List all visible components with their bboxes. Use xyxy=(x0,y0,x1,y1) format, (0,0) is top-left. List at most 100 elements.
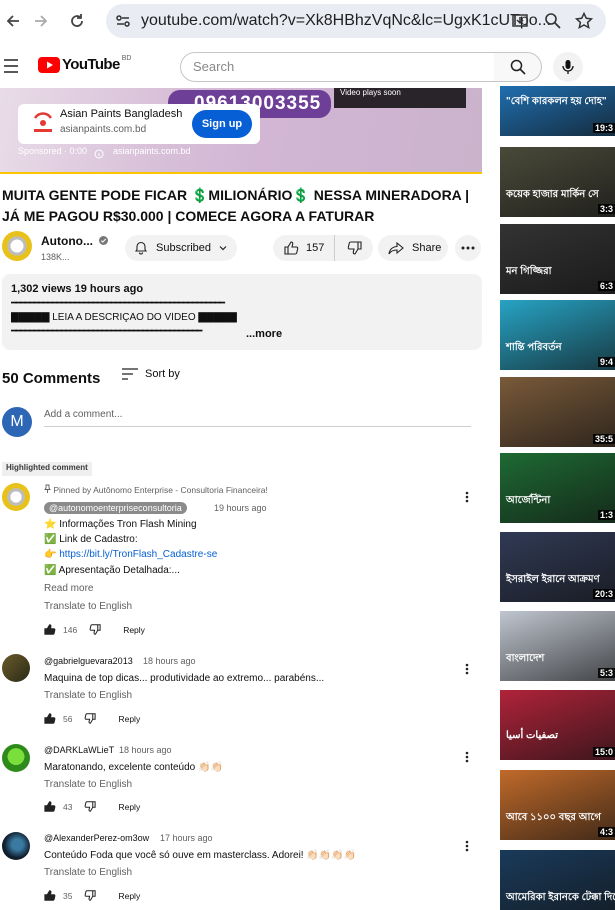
dislike-button[interactable] xyxy=(335,241,373,255)
thumbs-up-icon[interactable] xyxy=(44,801,56,812)
ad-next-preview: Video plays soon xyxy=(334,88,466,108)
back-icon[interactable] xyxy=(0,8,26,34)
related-video-thumbnail[interactable]: 35:5 xyxy=(500,377,615,447)
comment-menu-icon[interactable] xyxy=(461,838,473,854)
thumbnail-text: শান্তি পরিবর্তন xyxy=(506,342,562,353)
thumbnail-text: আমেরিকা ইরানকে টেক্কা দিতে xyxy=(506,892,615,903)
related-video-thumbnail[interactable]: শান্তি পরিবর্তন 9:4 xyxy=(500,300,615,370)
comment-avatar[interactable] xyxy=(2,744,30,772)
more-actions-button[interactable] xyxy=(455,235,481,261)
like-count: 157 xyxy=(306,242,325,254)
related-video-thumbnail[interactable]: আমেরিকা ইরানকে টেক্কা দিতে xyxy=(500,850,615,910)
comment-menu-icon[interactable] xyxy=(461,489,473,505)
install-app-icon[interactable] xyxy=(511,12,529,30)
share-label: Share xyxy=(412,242,442,254)
translate-link[interactable]: Translate to English xyxy=(44,867,132,878)
channel-avatar[interactable] xyxy=(2,231,32,261)
channel-name[interactable]: Autono... xyxy=(41,234,109,248)
thumbs-up-icon[interactable] xyxy=(44,713,56,724)
comment-avatar[interactable] xyxy=(2,832,30,860)
sort-by-button[interactable]: Sort by xyxy=(122,368,180,380)
ad-sponsored-label: Sponsored · 0:00 xyxy=(18,146,88,156)
like-button[interactable]: 157 xyxy=(273,235,335,261)
ad-footer-domain[interactable]: asianpaints.com.bd xyxy=(113,146,191,156)
related-video-thumbnail[interactable]: ইসরাইল ইরানে আক্রমণ 20:3 xyxy=(500,532,615,602)
thumbs-up-icon[interactable] xyxy=(44,890,56,901)
translate-link[interactable]: Translate to English xyxy=(44,690,132,701)
site-info-icon[interactable] xyxy=(114,12,132,30)
ad-domain: asianpaints.com.bd xyxy=(60,124,147,135)
comment-menu-icon[interactable] xyxy=(461,661,473,677)
related-video-thumbnail[interactable]: কয়েক হাজার মার্কিন সে 3:3 xyxy=(500,147,615,217)
reply-button[interactable]: Reply xyxy=(118,714,140,724)
pinned-note: Pinned by Autônomo Enterprise - Consulto… xyxy=(44,484,268,495)
url-text[interactable]: youtube.com/watch?v=Xk8HBhzVqNc&lc=UgxK1… xyxy=(141,12,551,30)
related-video-thumbnail[interactable]: আর্জেন্টিনা 1:3 xyxy=(500,453,615,523)
thumbs-up-icon[interactable] xyxy=(44,624,56,635)
reload-icon[interactable] xyxy=(64,8,90,34)
comments-count: 50 Comments xyxy=(2,370,101,387)
comment-author[interactable]: @gabrielguevara2013 xyxy=(44,656,133,666)
comment-menu-icon[interactable] xyxy=(461,749,473,765)
comment-author[interactable]: @DARKLaWLieT xyxy=(44,745,114,755)
comment-text: Maratonando, excelente conteúdo 👏🏻👏🏻 xyxy=(44,762,223,773)
comment-author[interactable]: @AlexanderPerez-om3ow xyxy=(44,833,149,843)
ad-progress-bar xyxy=(0,172,482,174)
comment-actions: 146 Reply xyxy=(44,624,145,635)
related-video-thumbnail[interactable]: মন গিজ্জিরা 6:3 xyxy=(500,224,615,294)
related-video-thumbnail[interactable]: আবে ১১০০ বছর আগে 4:3 xyxy=(500,770,615,840)
search-button[interactable] xyxy=(494,52,542,82)
video-title: MUITA GENTE PODE FICAR 💲MILIONÁRIO💲 NESS… xyxy=(2,187,470,224)
comment-time[interactable]: 18 hours ago xyxy=(143,656,196,666)
reply-button[interactable]: Reply xyxy=(118,891,140,901)
add-comment-input[interactable]: Add a comment... xyxy=(44,409,122,420)
translate-link[interactable]: Translate to English xyxy=(44,779,132,790)
thumbnail-text: ইসরাইল ইরানে আক্রমণ xyxy=(506,574,600,585)
video-duration: 4:3 xyxy=(597,827,615,837)
related-video-thumbnail[interactable]: تصفيات أسيا 15:0 xyxy=(500,690,615,760)
info-icon[interactable] xyxy=(94,146,104,164)
video-duration: 1:3 xyxy=(597,510,615,520)
search-input[interactable]: Search xyxy=(180,52,495,82)
comment-time[interactable]: 19 hours ago xyxy=(214,503,267,513)
comment-time[interactable]: 17 hours ago xyxy=(160,833,213,843)
translate-link[interactable]: Translate to English xyxy=(44,601,132,612)
description-box[interactable]: 1,302 views 19 hours ago ━━━━━━━━━━━━━━━… xyxy=(2,274,482,350)
sort-icon xyxy=(122,368,138,380)
related-video-thumbnail[interactable]: বাংলাদেশ 5:3 xyxy=(500,611,615,681)
ad-overlay[interactable]: 09613003355 Video plays soon Asian Paint… xyxy=(0,88,482,174)
thumbs-down-icon[interactable] xyxy=(84,890,97,901)
video-duration: 6:3 xyxy=(597,281,615,291)
reply-button[interactable]: Reply xyxy=(118,802,140,812)
description-more-link[interactable]: ...more xyxy=(246,328,282,340)
read-more-link[interactable]: Read more xyxy=(44,583,93,594)
bookmark-star-icon[interactable] xyxy=(574,11,594,30)
thumbnail-text: আর্জেন্টিনা xyxy=(506,495,551,506)
zoom-icon[interactable] xyxy=(544,12,562,30)
address-bar[interactable]: youtube.com/watch?v=Xk8HBhzVqNc&lc=UgxK1… xyxy=(106,4,606,38)
comment-actions: 35 Reply xyxy=(44,890,140,901)
comment-actions: 43 Reply xyxy=(44,801,140,812)
ad-card[interactable]: Asian Paints Bangladesh asianpaints.com.… xyxy=(18,104,260,144)
thumbs-down-icon[interactable] xyxy=(84,801,97,812)
comment-like-count: 146 xyxy=(63,624,78,635)
comment-time[interactable]: 18 hours ago xyxy=(119,745,172,755)
thumbs-down-icon[interactable] xyxy=(89,624,101,635)
comment-avatar[interactable] xyxy=(2,654,30,682)
thumbs-down-icon[interactable] xyxy=(84,713,97,724)
forward-icon[interactable] xyxy=(28,8,54,34)
sort-by-label: Sort by xyxy=(145,368,180,380)
youtube-logo[interactable]: YouTube BD xyxy=(38,55,131,73)
bell-icon xyxy=(134,241,148,255)
thumbnail-text: বাংলাদেশ xyxy=(506,653,545,664)
related-video-thumbnail[interactable]: "বেশি কারকলন হয় দোহ" 19:3 xyxy=(500,86,615,136)
comment-author[interactable]: @autonomoenterpriseconsultoria xyxy=(44,502,187,514)
voice-search-button[interactable] xyxy=(553,52,583,82)
reply-button[interactable]: Reply xyxy=(123,625,145,635)
signup-button[interactable]: Sign up xyxy=(192,110,252,138)
subscribed-button[interactable]: Subscribed xyxy=(125,235,237,261)
share-button[interactable]: Share xyxy=(378,235,448,261)
comment-link[interactable]: 👉 https://bit.ly/TronFlash_Cadastre-se xyxy=(44,549,217,560)
menu-icon[interactable] xyxy=(4,59,20,78)
comment-avatar[interactable] xyxy=(2,483,30,511)
